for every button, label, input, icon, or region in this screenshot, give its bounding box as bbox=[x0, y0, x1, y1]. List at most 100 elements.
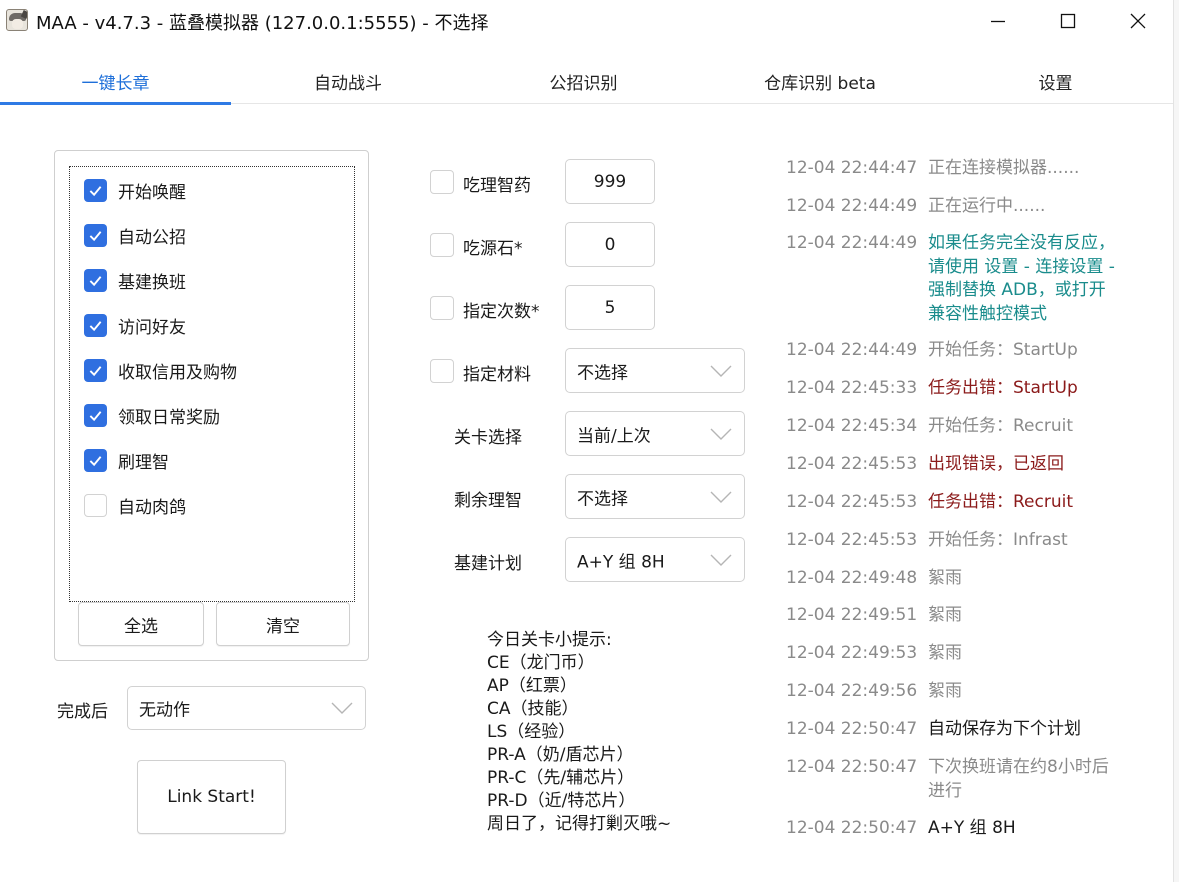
task-label: 基建换班 bbox=[118, 272, 186, 293]
tips-line: 周日了，记得打剿灭哦~ bbox=[487, 814, 672, 834]
task-label: 领取日常奖励 bbox=[118, 407, 220, 428]
task-item-fight[interactable]: 刷理智 bbox=[84, 447, 169, 473]
tips-line: PR-A（奶/盾芯片） bbox=[487, 745, 634, 765]
select-value: 无动作 bbox=[139, 700, 190, 721]
log-time: 12-04 22:50:47 bbox=[786, 757, 918, 777]
checkbox-unchecked-icon[interactable] bbox=[430, 233, 454, 257]
remaining-sanity-label: 剩余理智 bbox=[454, 491, 522, 511]
remaining-sanity-select[interactable]: 不选择 bbox=[565, 474, 745, 519]
tab-bar: 一键长章 自动战斗 公招识别 仓库识别 beta 设置 bbox=[0, 60, 1173, 105]
material-label: 指定材料 bbox=[463, 365, 531, 385]
tips-line: LS（经验） bbox=[487, 722, 576, 742]
times-input[interactable]: 5 bbox=[565, 285, 655, 330]
checkbox-checked-icon[interactable] bbox=[84, 178, 107, 202]
infra-plan-label: 基建计划 bbox=[454, 554, 522, 574]
tab-depot[interactable]: 仓库识别 beta bbox=[702, 60, 938, 104]
task-item-startup[interactable]: 开始唤醒 bbox=[84, 177, 186, 203]
medicine-input[interactable]: 999 bbox=[565, 159, 655, 204]
maa-app-icon bbox=[6, 9, 28, 31]
infra-plan-select[interactable]: A+Y 组 8H bbox=[565, 537, 745, 582]
task-item-infrast[interactable]: 基建换班 bbox=[84, 267, 186, 293]
task-label: 访问好友 bbox=[118, 317, 186, 338]
tips-line: CE（龙门币） bbox=[487, 653, 595, 673]
tab-active-underline bbox=[0, 102, 231, 105]
tab-label: 仓库识别 beta bbox=[764, 74, 876, 94]
log-time: 12-04 22:45:53 bbox=[786, 492, 918, 512]
maximize-icon bbox=[1060, 13, 1076, 29]
tab-label: 自动战斗 bbox=[314, 74, 382, 94]
stone-input[interactable]: 0 bbox=[565, 222, 655, 267]
tips-line: AP（红票） bbox=[487, 676, 577, 696]
log-time: 12-04 22:50:47 bbox=[786, 818, 918, 838]
checkbox-checked-icon[interactable] bbox=[84, 313, 107, 337]
checkbox-checked-icon[interactable] bbox=[84, 268, 107, 292]
checkbox-unchecked-icon[interactable] bbox=[430, 170, 454, 194]
task-list: 开始唤醒 自动公招 基建换班 访问好友 收取信用及购物 领取日常奖励 刷理智 自… bbox=[69, 166, 355, 602]
select-value: A+Y 组 8H bbox=[577, 552, 665, 572]
tips-line: PR-D（近/特芯片） bbox=[487, 791, 636, 811]
tab-auto-battle[interactable]: 自动战斗 bbox=[231, 60, 465, 104]
checkbox-unchecked-icon[interactable] bbox=[430, 296, 454, 320]
checkbox-checked-icon[interactable] bbox=[84, 403, 107, 427]
checkbox-unchecked-icon[interactable] bbox=[430, 359, 454, 383]
tab-label: 公招识别 bbox=[549, 74, 618, 94]
tab-settings[interactable]: 设置 bbox=[938, 60, 1173, 104]
checkbox-checked-icon[interactable] bbox=[84, 223, 107, 247]
task-label: 刷理智 bbox=[118, 452, 169, 473]
chevron-down-icon bbox=[710, 491, 732, 503]
log-message: 絮雨 bbox=[928, 605, 962, 625]
log-message: 如果任务完全没有反应， 请使用 设置 - 连接设置 - 强制替换 ADB，或打开… bbox=[928, 233, 1115, 324]
tab-label: 一键长章 bbox=[81, 74, 150, 94]
minimize-button[interactable] bbox=[963, 0, 1033, 42]
log-message: 絮雨 bbox=[928, 568, 962, 588]
log-time: 12-04 22:50:47 bbox=[786, 719, 918, 739]
log-message: 任务出错：StartUp bbox=[928, 378, 1078, 398]
log-time: 12-04 22:44:49 bbox=[786, 196, 918, 216]
chevron-down-icon bbox=[331, 702, 353, 714]
log-time: 12-04 22:45:53 bbox=[786, 454, 918, 474]
task-label: 开始唤醒 bbox=[118, 182, 186, 203]
task-item-award[interactable]: 领取日常奖励 bbox=[84, 402, 220, 428]
log-time: 12-04 22:45:53 bbox=[786, 530, 918, 550]
checkbox-checked-icon[interactable] bbox=[84, 358, 107, 382]
clear-button[interactable]: 清空 bbox=[216, 602, 350, 646]
times-label: 指定次数* bbox=[463, 302, 540, 322]
log-message: 自动保存为下个计划 bbox=[928, 719, 1081, 739]
tab-recruit[interactable]: 公招识别 bbox=[465, 60, 702, 104]
after-finish-select[interactable]: 无动作 bbox=[127, 686, 366, 730]
log-message: 开始任务：Recruit bbox=[928, 416, 1074, 436]
task-label: 自动公招 bbox=[118, 227, 186, 248]
chevron-down-icon bbox=[710, 428, 732, 440]
task-item-visit[interactable]: 访问好友 bbox=[84, 312, 186, 338]
checkbox-unchecked-icon[interactable] bbox=[84, 493, 107, 517]
log-time: 12-04 22:49:56 bbox=[786, 681, 918, 701]
material-select[interactable]: 不选择 bbox=[565, 348, 745, 393]
log-message: A+Y 组 8H bbox=[928, 818, 1016, 838]
task-item-roguelike[interactable]: 自动肉鸽 bbox=[84, 492, 186, 518]
checkbox-checked-icon[interactable] bbox=[84, 448, 107, 472]
stage-select[interactable]: 当前/上次 bbox=[565, 411, 745, 456]
select-value: 不选择 bbox=[577, 489, 628, 509]
task-item-recruit[interactable]: 自动公招 bbox=[84, 222, 186, 248]
log-time: 12-04 22:44:47 bbox=[786, 158, 918, 178]
select-value: 不选择 bbox=[577, 363, 628, 383]
log-message: 开始任务：Infrast bbox=[928, 530, 1068, 550]
close-button[interactable] bbox=[1103, 0, 1173, 42]
maximize-button[interactable] bbox=[1033, 0, 1103, 42]
link-start-button[interactable]: Link Start! bbox=[137, 760, 286, 834]
select-all-button[interactable]: 全选 bbox=[78, 602, 204, 646]
tips-line: PR-C（先/辅芯片） bbox=[487, 768, 635, 788]
log-time: 12-04 22:44:49 bbox=[786, 233, 918, 253]
close-icon bbox=[1130, 13, 1146, 29]
tab-label: 设置 bbox=[1038, 74, 1073, 94]
task-panel: 开始唤醒 自动公招 基建换班 访问好友 收取信用及购物 领取日常奖励 刷理智 自… bbox=[54, 150, 369, 661]
log-message: 出现错误，已返回 bbox=[928, 454, 1064, 474]
log-time: 12-04 22:45:34 bbox=[786, 416, 918, 436]
log-time: 12-04 22:49:51 bbox=[786, 605, 918, 625]
chevron-down-icon bbox=[710, 554, 732, 566]
tab-one-key[interactable]: 一键长章 bbox=[0, 60, 231, 105]
log-message: 下次换班请在约8小时后 进行 bbox=[928, 757, 1109, 801]
task-item-mall[interactable]: 收取信用及购物 bbox=[84, 357, 237, 383]
log-time: 12-04 22:49:53 bbox=[786, 643, 918, 663]
minimize-icon bbox=[991, 20, 1005, 23]
